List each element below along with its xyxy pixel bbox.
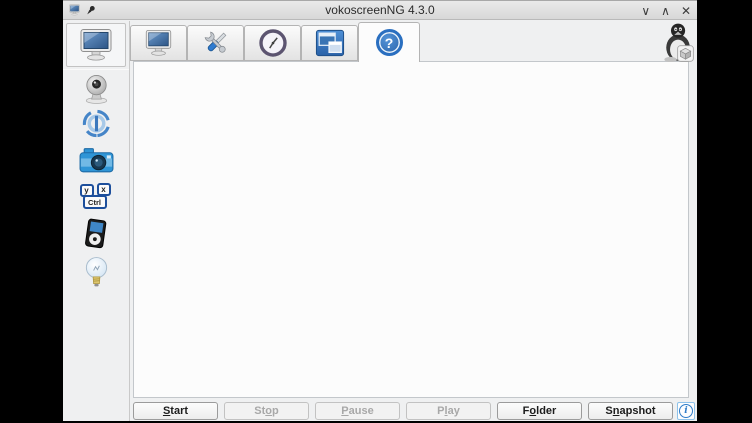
sidebar-item-screen[interactable]	[66, 23, 126, 67]
screen-icon	[77, 28, 115, 62]
stop-button[interactable]: Stop	[224, 402, 309, 420]
info-icon: i	[679, 404, 693, 418]
sidebar-separator	[63, 69, 129, 70]
tab-timer[interactable]	[244, 25, 301, 61]
sidebar-item-webcam[interactable]	[63, 73, 130, 104]
lightbulb-icon	[83, 255, 110, 290]
tab-help[interactable]: ?	[358, 22, 420, 62]
tab-screen[interactable]	[130, 25, 187, 61]
sidebar-item-camera[interactable]	[63, 145, 130, 176]
sidebar-item-halo[interactable]	[63, 255, 130, 290]
tab-tools[interactable]	[187, 25, 244, 61]
keycap-ctrl: Ctrl	[83, 195, 107, 209]
minimize-button[interactable]: ∨	[641, 1, 650, 21]
app-window: vokoscreenNG 4.3.0 ∨ ∧ ✕	[63, 0, 697, 421]
sidebar: y x Ctrl	[63, 21, 130, 421]
sidebar-item-stop[interactable]	[63, 108, 130, 139]
tab-window[interactable]	[301, 25, 358, 61]
webcam-icon	[80, 73, 113, 104]
start-button[interactable]: Start	[133, 402, 218, 420]
camera-icon	[78, 145, 115, 176]
screen: vokoscreenNG 4.3.0 ∨ ∧ ✕	[0, 0, 752, 423]
titlebar[interactable]: vokoscreenNG 4.3.0 ∨ ∧ ✕	[63, 0, 697, 20]
info-button[interactable]: i	[677, 402, 695, 420]
keyboard-keys-icon: y x Ctrl	[77, 184, 117, 214]
sidebar-item-player[interactable]	[63, 218, 130, 251]
folder-button[interactable]: Folder	[497, 402, 582, 420]
pause-button[interactable]: Pause	[315, 402, 400, 420]
sidebar-item-showkeys[interactable]: y x Ctrl	[63, 184, 130, 214]
screen-tab-icon	[143, 29, 174, 57]
help-panel	[133, 61, 689, 398]
help-icon: ?	[376, 29, 403, 56]
package-badge-icon	[677, 45, 694, 62]
window-title: vokoscreenNG 4.3.0	[63, 3, 697, 17]
window-capture-icon	[315, 28, 345, 58]
window-controls: ∨ ∧ ✕	[641, 1, 691, 21]
clock-icon	[258, 28, 288, 58]
stop-ring-icon	[81, 108, 112, 139]
tools-icon	[201, 28, 231, 58]
media-player-icon	[82, 218, 111, 251]
snapshot-button[interactable]: Snapshot	[588, 402, 673, 420]
close-button[interactable]: ✕	[681, 1, 691, 21]
maximize-button[interactable]: ∧	[661, 1, 670, 21]
play-button[interactable]: Play	[406, 402, 491, 420]
